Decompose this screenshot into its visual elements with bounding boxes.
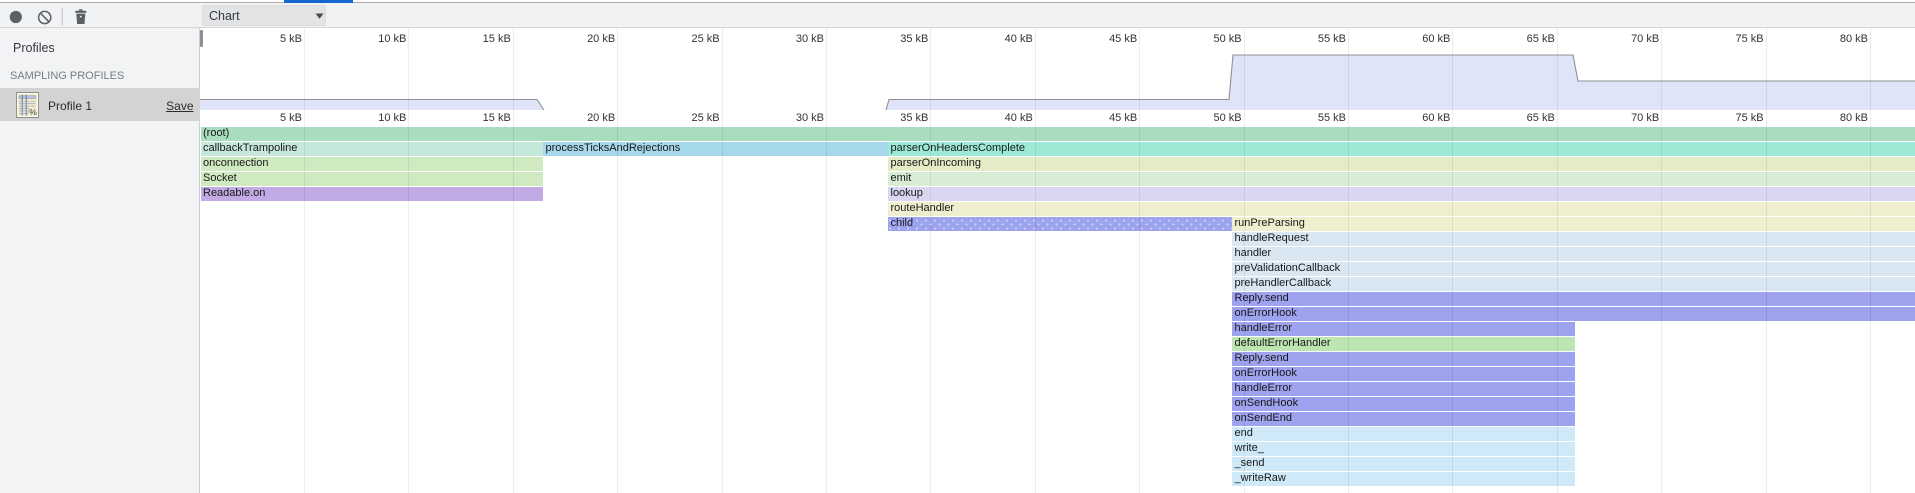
svg-text:%: % <box>29 107 37 117</box>
